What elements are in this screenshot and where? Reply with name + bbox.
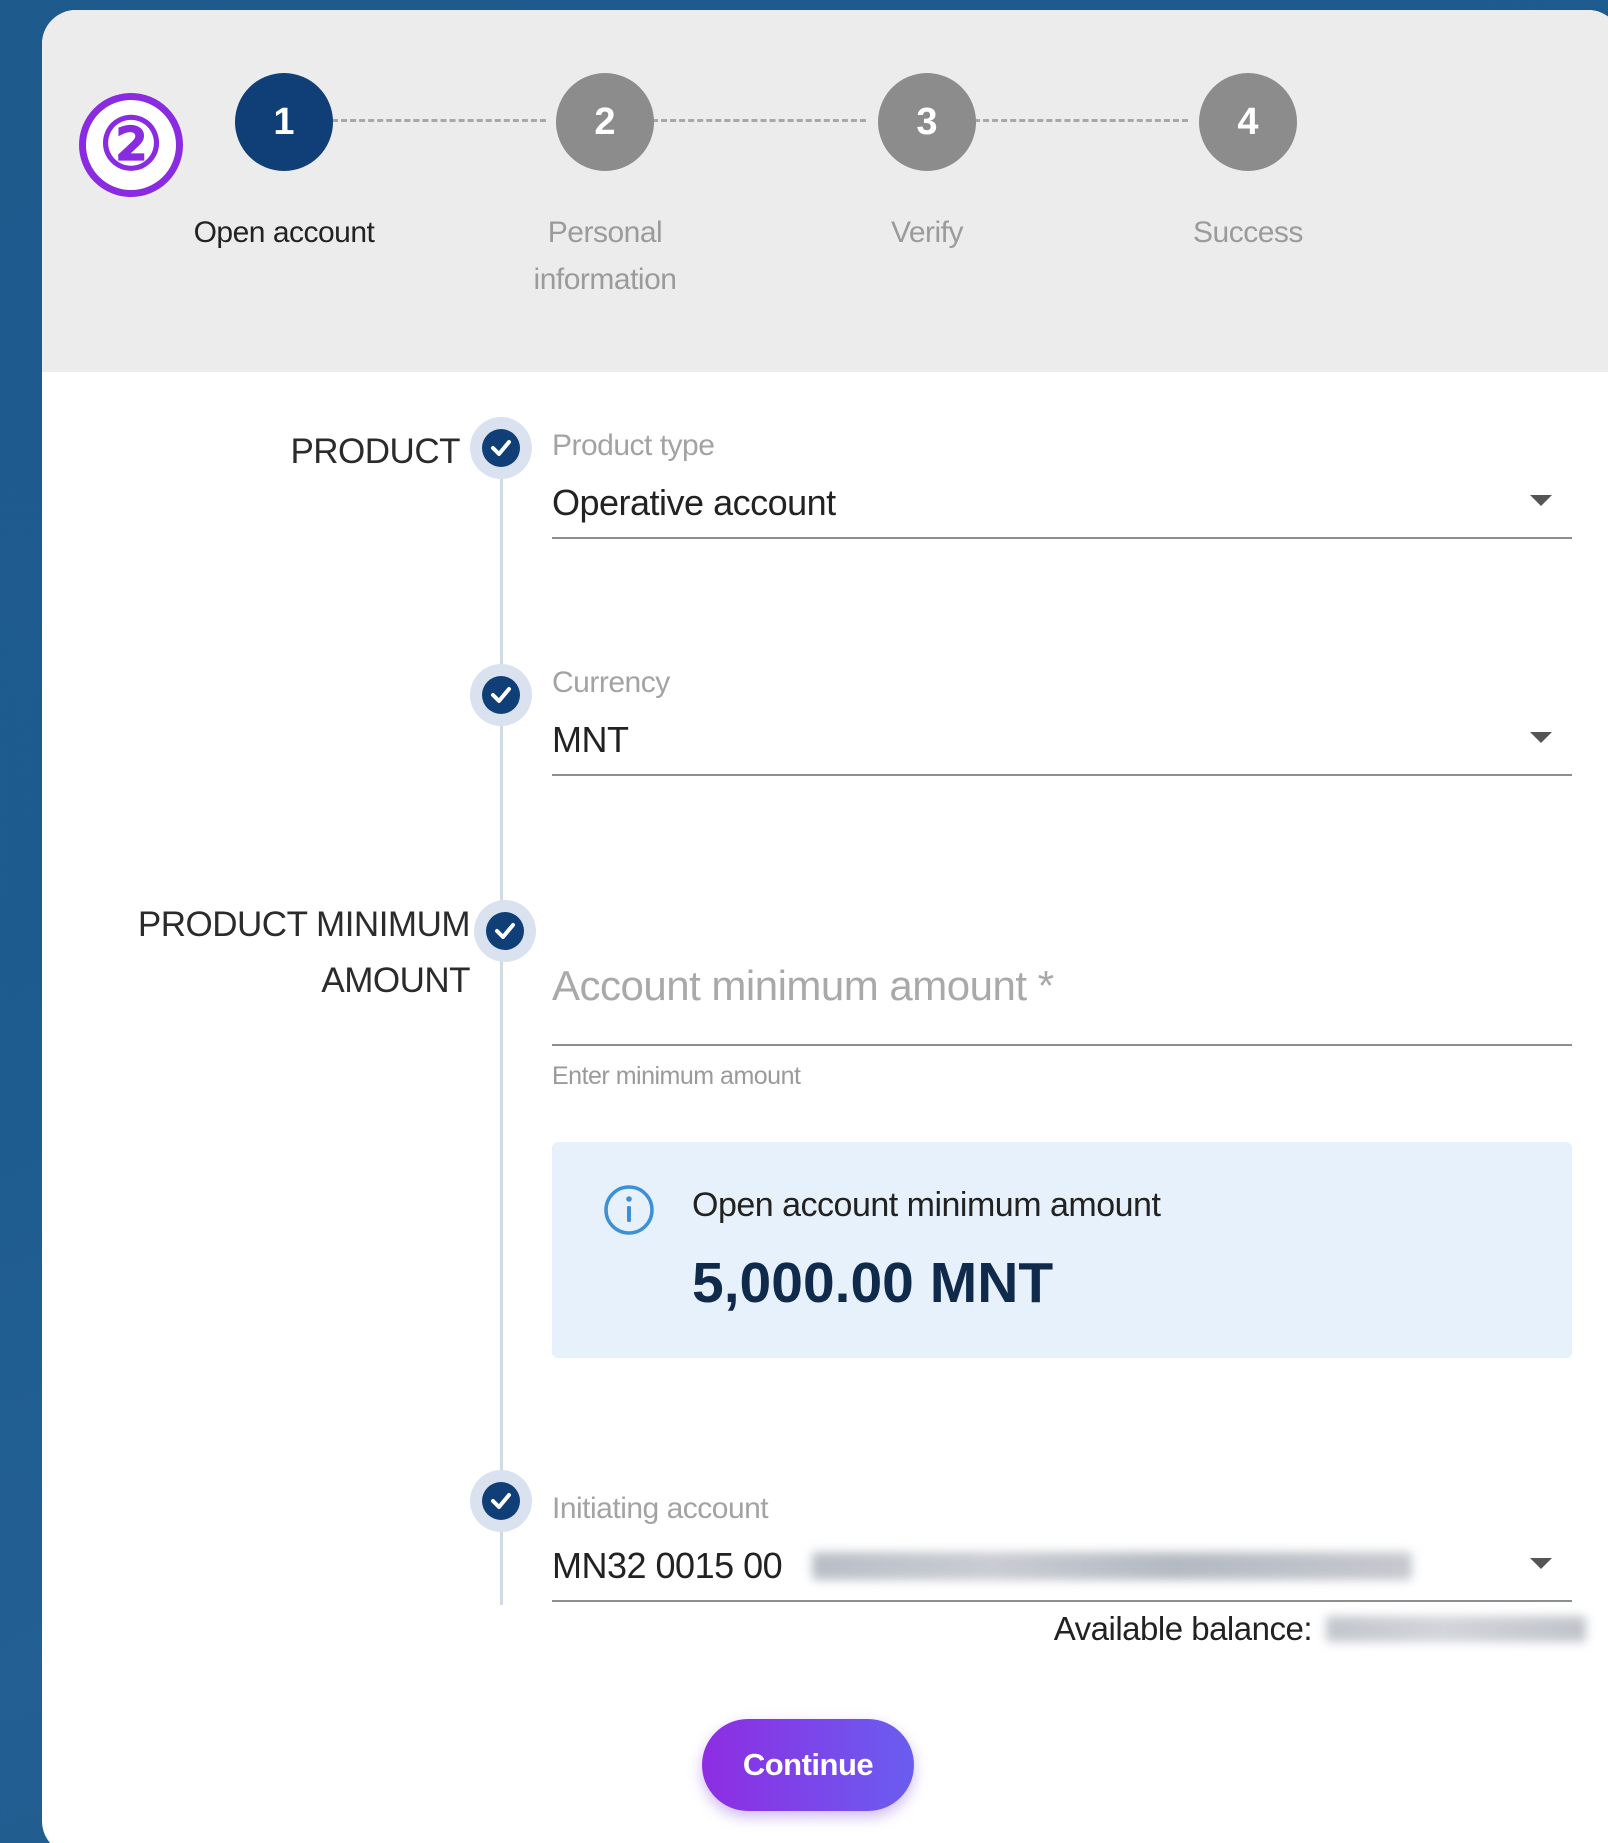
check-icon	[470, 417, 532, 479]
step-number: 3	[878, 73, 976, 171]
check-icon	[474, 900, 536, 962]
minimum-amount-input[interactable]: Account minimum amount *	[552, 940, 1572, 1046]
step-number: 1	[235, 73, 333, 171]
product-type-select[interactable]: Operative account	[552, 481, 1572, 539]
step-success: 4 Success	[1128, 73, 1368, 256]
minimum-amount-placeholder: Account minimum amount *	[552, 962, 1054, 1009]
step-label: Personal information	[533, 216, 677, 296]
currency-label: Currency	[552, 666, 670, 699]
info-title: Open account minimum amount	[692, 1186, 1161, 1224]
step-label: Verify	[890, 216, 964, 249]
initiating-account-field[interactable]: Initiating account MN32 0015 00	[552, 1492, 1572, 1604]
initiating-account-label: Initiating account	[552, 1492, 769, 1525]
minimum-amount-info: Open account minimum amount 5,000.00 MNT	[552, 1142, 1572, 1358]
step-number: 2	[556, 73, 654, 171]
chevron-down-icon[interactable]	[1530, 1558, 1552, 1569]
step-number: 4	[1199, 73, 1297, 171]
step-label: Open account	[193, 216, 375, 249]
continue-button[interactable]: Continue	[702, 1719, 914, 1811]
info-icon	[602, 1183, 656, 1242]
available-balance-label: Available balance:	[1053, 1610, 1313, 1647]
redacted-balance	[1326, 1616, 1586, 1642]
open-account-card: ② 1 Open account 2 Personal information …	[42, 10, 1608, 1843]
step-verify: 3 Verify	[807, 73, 1047, 256]
section-title-line: PRODUCT MINIMUM	[137, 905, 471, 944]
section-title-product: PRODUCT	[290, 432, 460, 471]
available-balance: Available balance:	[1054, 1610, 1586, 1648]
timeline-line	[500, 465, 503, 1605]
redacted-account-details	[812, 1552, 1412, 1580]
stepper: ② 1 Open account 2 Personal information …	[42, 10, 1608, 372]
section-title-line: AMOUNT	[321, 961, 470, 1000]
currency-select[interactable]: MNT	[552, 718, 1572, 776]
chevron-down-icon[interactable]	[1530, 732, 1552, 743]
product-type-value: Operative account	[552, 482, 836, 523]
step-label: Success	[1193, 216, 1303, 249]
product-type-label: Product type	[552, 429, 715, 462]
initiating-account-select[interactable]: MN32 0015 00	[552, 1544, 1572, 1602]
currency-value: MNT	[552, 719, 629, 760]
check-icon	[470, 1470, 532, 1532]
currency-field[interactable]: Currency MNT	[552, 666, 1572, 776]
step-personal-information: 2 Personal information	[485, 73, 725, 303]
check-icon	[470, 664, 532, 726]
info-amount: 5,000.00 MNT	[692, 1251, 1054, 1315]
step-open-account: 1 Open account	[164, 73, 404, 256]
minimum-amount-helper: Enter minimum amount	[552, 1062, 801, 1090]
product-type-field[interactable]: Product type Operative account	[552, 429, 1572, 539]
chevron-down-icon[interactable]	[1530, 495, 1552, 506]
section-title-minimum-amount: PRODUCT MINIMUM AMOUNT	[137, 897, 471, 1009]
